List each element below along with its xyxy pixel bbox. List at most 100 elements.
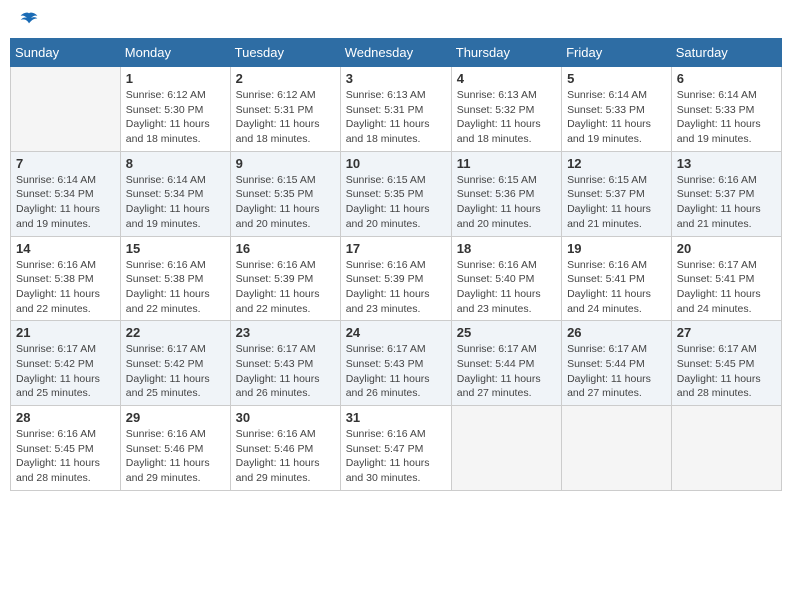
weekday-header-sunday: Sunday [11,39,121,67]
day-info: Sunrise: 6:13 AM Sunset: 5:32 PM Dayligh… [457,88,556,147]
day-number: 17 [346,241,446,256]
day-number: 25 [457,325,556,340]
day-number: 11 [457,156,556,171]
day-info: Sunrise: 6:16 AM Sunset: 5:46 PM Dayligh… [236,427,335,486]
day-number: 16 [236,241,335,256]
day-info: Sunrise: 6:16 AM Sunset: 5:45 PM Dayligh… [16,427,115,486]
day-number: 24 [346,325,446,340]
calendar-cell: 13 Sunrise: 6:16 AM Sunset: 5:37 PM Dayli… [671,151,781,236]
calendar-week-row: 28 Sunrise: 6:16 AM Sunset: 5:45 PM Dayli… [11,406,782,491]
calendar-cell: 3 Sunrise: 6:13 AM Sunset: 5:31 PM Daylig… [340,67,451,152]
weekday-header-saturday: Saturday [671,39,781,67]
calendar-cell: 18 Sunrise: 6:16 AM Sunset: 5:40 PM Dayli… [451,236,561,321]
calendar-week-row: 7Sunrise: 6:14 AM Sunset: 5:34 PM Daylig… [11,151,782,236]
day-number: 30 [236,410,335,425]
weekday-header-friday: Friday [562,39,672,67]
day-info: Sunrise: 6:12 AM Sunset: 5:30 PM Dayligh… [126,88,225,147]
day-number: 15 [126,241,225,256]
calendar-cell: 1 Sunrise: 6:12 AM Sunset: 5:30 PM Daylig… [120,67,230,152]
day-number: 18 [457,241,556,256]
day-info: Sunrise: 6:16 AM Sunset: 5:37 PM Dayligh… [677,173,776,232]
page-header [10,10,782,30]
day-info: Sunrise: 6:14 AM Sunset: 5:33 PM Dayligh… [677,88,776,147]
weekday-header-row: SundayMondayTuesdayWednesdayThursdayFrid… [11,39,782,67]
day-info: Sunrise: 6:17 AM Sunset: 5:42 PM Dayligh… [16,342,115,401]
day-info: Sunrise: 6:16 AM Sunset: 5:39 PM Dayligh… [236,258,335,317]
day-number: 14 [16,241,115,256]
calendar-cell: 21 Sunrise: 6:17 AM Sunset: 5:42 PM Dayli… [11,321,121,406]
calendar-cell: 5Sunrise: 6:14 AM Sunset: 5:33 PM Daylig… [562,67,672,152]
calendar-cell: 11 Sunrise: 6:15 AM Sunset: 5:36 PM Dayli… [451,151,561,236]
logo [14,10,39,30]
calendar-cell: 12Sunrise: 6:15 AM Sunset: 5:37 PM Dayli… [562,151,672,236]
calendar-cell [562,406,672,491]
calendar-cell: 29 Sunrise: 6:16 AM Sunset: 5:46 PM Dayli… [120,406,230,491]
day-number: 31 [346,410,446,425]
calendar-cell: 17 Sunrise: 6:16 AM Sunset: 5:39 PM Dayli… [340,236,451,321]
calendar-cell: 8 Sunrise: 6:14 AM Sunset: 5:34 PM Daylig… [120,151,230,236]
calendar-week-row: 14 Sunrise: 6:16 AM Sunset: 5:38 PM Dayli… [11,236,782,321]
calendar-cell: 23 Sunrise: 6:17 AM Sunset: 5:43 PM Dayli… [230,321,340,406]
day-number: 1 [126,71,225,86]
day-number: 3 [346,71,446,86]
day-info: Sunrise: 6:17 AM Sunset: 5:41 PM Dayligh… [677,258,776,317]
calendar-cell: 14Sunrise: 6:16 AM Sunset: 5:38 PM Dayli… [11,236,121,321]
calendar-week-row: 21 Sunrise: 6:17 AM Sunset: 5:42 PM Dayli… [11,321,782,406]
calendar-cell: 26 Sunrise: 6:17 AM Sunset: 5:44 PM Dayli… [562,321,672,406]
day-number: 21 [16,325,115,340]
calendar-cell: 2 Sunrise: 6:12 AM Sunset: 5:31 PM Daylig… [230,67,340,152]
calendar-cell [671,406,781,491]
day-info: Sunrise: 6:15 AM Sunset: 5:35 PM Dayligh… [236,173,335,232]
day-info: Sunrise: 6:16 AM Sunset: 5:40 PM Dayligh… [457,258,556,317]
day-info: Sunrise: 6:15 AM Sunset: 5:36 PM Dayligh… [457,173,556,232]
calendar-cell: 28 Sunrise: 6:16 AM Sunset: 5:45 PM Dayli… [11,406,121,491]
day-number: 19 [567,241,666,256]
calendar-cell: 22 Sunrise: 6:17 AM Sunset: 5:42 PM Dayli… [120,321,230,406]
calendar-cell: 27 Sunrise: 6:17 AM Sunset: 5:45 PM Dayli… [671,321,781,406]
calendar-cell [451,406,561,491]
day-number: 29 [126,410,225,425]
day-info: Sunrise: 6:16 AM Sunset: 5:41 PM Dayligh… [567,258,666,317]
weekday-header-tuesday: Tuesday [230,39,340,67]
day-number: 8 [126,156,225,171]
day-info: Sunrise: 6:16 AM Sunset: 5:39 PM Dayligh… [346,258,446,317]
day-info: Sunrise: 6:17 AM Sunset: 5:43 PM Dayligh… [236,342,335,401]
day-number: 27 [677,325,776,340]
day-info: Sunrise: 6:17 AM Sunset: 5:43 PM Dayligh… [346,342,446,401]
day-info: Sunrise: 6:17 AM Sunset: 5:44 PM Dayligh… [457,342,556,401]
day-number: 28 [16,410,115,425]
day-info: Sunrise: 6:16 AM Sunset: 5:47 PM Dayligh… [346,427,446,486]
day-number: 2 [236,71,335,86]
day-info: Sunrise: 6:14 AM Sunset: 5:34 PM Dayligh… [16,173,115,232]
day-number: 26 [567,325,666,340]
calendar-cell: 24 Sunrise: 6:17 AM Sunset: 5:43 PM Dayli… [340,321,451,406]
day-info: Sunrise: 6:13 AM Sunset: 5:31 PM Dayligh… [346,88,446,147]
day-info: Sunrise: 6:16 AM Sunset: 5:46 PM Dayligh… [126,427,225,486]
day-info: Sunrise: 6:15 AM Sunset: 5:35 PM Dayligh… [346,173,446,232]
calendar-cell: 15 Sunrise: 6:16 AM Sunset: 5:38 PM Dayli… [120,236,230,321]
calendar-cell: 9 Sunrise: 6:15 AM Sunset: 5:35 PM Daylig… [230,151,340,236]
day-info: Sunrise: 6:17 AM Sunset: 5:44 PM Dayligh… [567,342,666,401]
weekday-header-monday: Monday [120,39,230,67]
day-number: 9 [236,156,335,171]
day-info: Sunrise: 6:14 AM Sunset: 5:33 PM Dayligh… [567,88,666,147]
day-info: Sunrise: 6:16 AM Sunset: 5:38 PM Dayligh… [126,258,225,317]
day-number: 20 [677,241,776,256]
day-info: Sunrise: 6:14 AM Sunset: 5:34 PM Dayligh… [126,173,225,232]
calendar-cell: 19 Sunrise: 6:16 AM Sunset: 5:41 PM Dayli… [562,236,672,321]
day-number: 22 [126,325,225,340]
logo-bird-icon [19,10,39,30]
calendar-week-row: 1 Sunrise: 6:12 AM Sunset: 5:30 PM Daylig… [11,67,782,152]
day-number: 13 [677,156,776,171]
day-number: 10 [346,156,446,171]
calendar-cell: 16 Sunrise: 6:16 AM Sunset: 5:39 PM Dayli… [230,236,340,321]
calendar-cell: 4 Sunrise: 6:13 AM Sunset: 5:32 PM Daylig… [451,67,561,152]
calendar-cell: 31 Sunrise: 6:16 AM Sunset: 5:47 PM Dayli… [340,406,451,491]
calendar-cell: 7Sunrise: 6:14 AM Sunset: 5:34 PM Daylig… [11,151,121,236]
day-number: 4 [457,71,556,86]
calendar-cell: 10 Sunrise: 6:15 AM Sunset: 5:35 PM Dayli… [340,151,451,236]
day-info: Sunrise: 6:17 AM Sunset: 5:42 PM Dayligh… [126,342,225,401]
day-info: Sunrise: 6:17 AM Sunset: 5:45 PM Dayligh… [677,342,776,401]
day-info: Sunrise: 6:12 AM Sunset: 5:31 PM Dayligh… [236,88,335,147]
day-number: 23 [236,325,335,340]
